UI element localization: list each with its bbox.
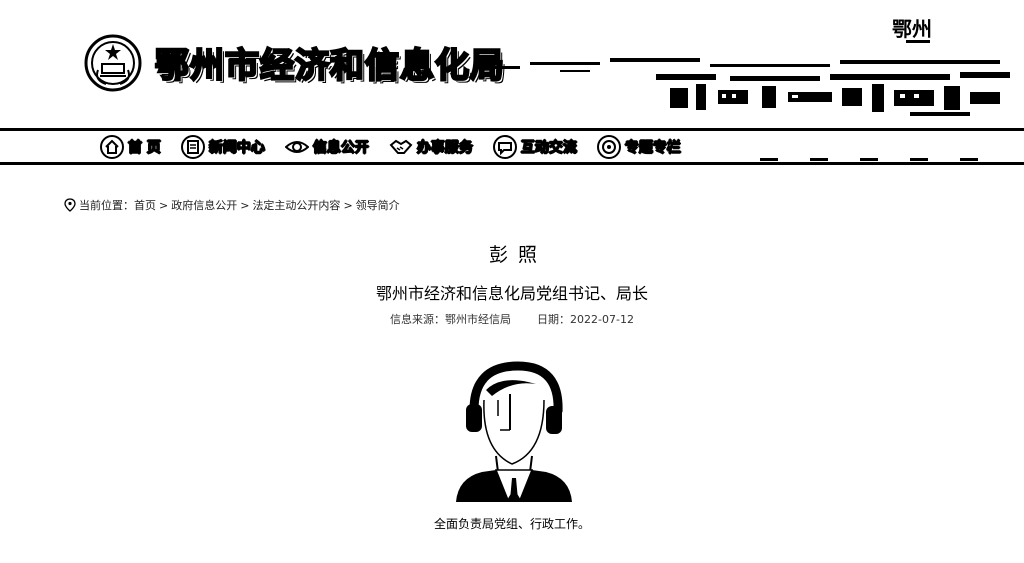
home-icon (100, 135, 124, 159)
breadcrumb-separator: > (343, 198, 353, 212)
site-title[interactable]: 鄂州市经济和信息化局 (154, 38, 506, 88)
nav-bottom-rule (0, 162, 1024, 165)
nav-label-news: 新闻中心 (208, 140, 265, 157)
breadcrumb-statutory-content[interactable]: 法定主动公开内容 (252, 197, 340, 213)
nav-label-info-disclosure: 信息公开 (312, 140, 369, 157)
person-title: 鄂州市经济和信息化局党组书记、局长 (375, 284, 648, 303)
target-icon (596, 135, 621, 159)
location-pin-icon (64, 198, 76, 212)
duties-text: 全面负责局党组、行政工作。 (433, 517, 590, 531)
news-icon (180, 135, 205, 159)
eye-icon (284, 141, 309, 153)
nav-top-rule (0, 128, 1024, 131)
breadcrumb-separator: > (240, 198, 250, 212)
portrait-photo (456, 361, 572, 502)
nav-label-interaction: 互动交流 (520, 140, 577, 157)
nav-item-home[interactable]: 首 页 (100, 135, 161, 159)
page: 鄂州市经济和信息化局 鄂州 首 页 新闻中心 信息公开 办事服务 互动交流 专题… (0, 0, 1024, 563)
nav-label-topics: 专题专栏 (624, 140, 681, 157)
date-label: 日期： (537, 313, 571, 326)
nav-item-news[interactable]: 新闻中心 (180, 135, 265, 159)
nav-item-topics[interactable]: 专题专栏 (596, 135, 681, 159)
city-logo-icon: 鄂州 (892, 17, 932, 43)
nav-decoration (760, 158, 978, 161)
handshake-icon (389, 139, 413, 154)
article-meta: 信息来源：鄂州市经信局 日期：2022-07-12 (0, 311, 1024, 327)
breadcrumb-leaders[interactable]: 领导简介 (356, 197, 400, 213)
nav-label-home: 首 页 (128, 140, 162, 157)
date-value: 2022-07-12 (570, 313, 634, 326)
breadcrumb-home[interactable]: 首页 (134, 197, 156, 213)
city-logo-text: 鄂州 (892, 17, 932, 41)
breadcrumb-prefix: 当前位置： (79, 199, 134, 212)
source-label: 信息来源： (390, 313, 446, 326)
national-emblem-icon (84, 34, 142, 92)
breadcrumb: 当前位置： 首页 > 政府信息公开 > 法定主动公开内容 > 领导简介 (64, 197, 400, 213)
header-banner: 鄂州市经济和信息化局 鄂州 (0, 0, 1024, 130)
nav-item-interaction[interactable]: 互动交流 (492, 135, 577, 159)
nav-item-services[interactable]: 办事服务 (389, 135, 473, 159)
breadcrumb-separator: > (159, 198, 169, 212)
city-skyline-banner (480, 58, 1010, 116)
person-name: 彭照 (488, 244, 547, 266)
chat-icon (492, 135, 517, 159)
breadcrumb-gov-info[interactable]: 政府信息公开 (171, 197, 237, 213)
source-value: 鄂州市经信局 (445, 313, 512, 326)
nav-item-info-disclosure[interactable]: 信息公开 (284, 135, 369, 159)
nav-label-services: 办事服务 (416, 140, 473, 157)
main-nav: 首 页 新闻中心 信息公开 办事服务 互动交流 专题专栏 (100, 134, 701, 160)
